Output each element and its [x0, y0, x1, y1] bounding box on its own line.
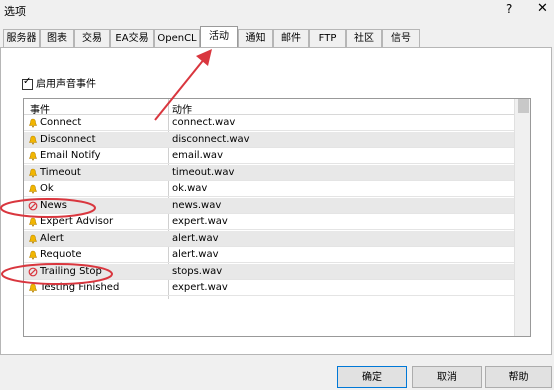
annotation-arrow-line: [154, 57, 206, 121]
annotation-overlay: [0, 49, 212, 285]
highlight-ellipse-trailing-stop: [1, 263, 113, 285]
annotation-arrowhead: [196, 49, 212, 66]
highlight-ellipse-news: [0, 198, 96, 218]
